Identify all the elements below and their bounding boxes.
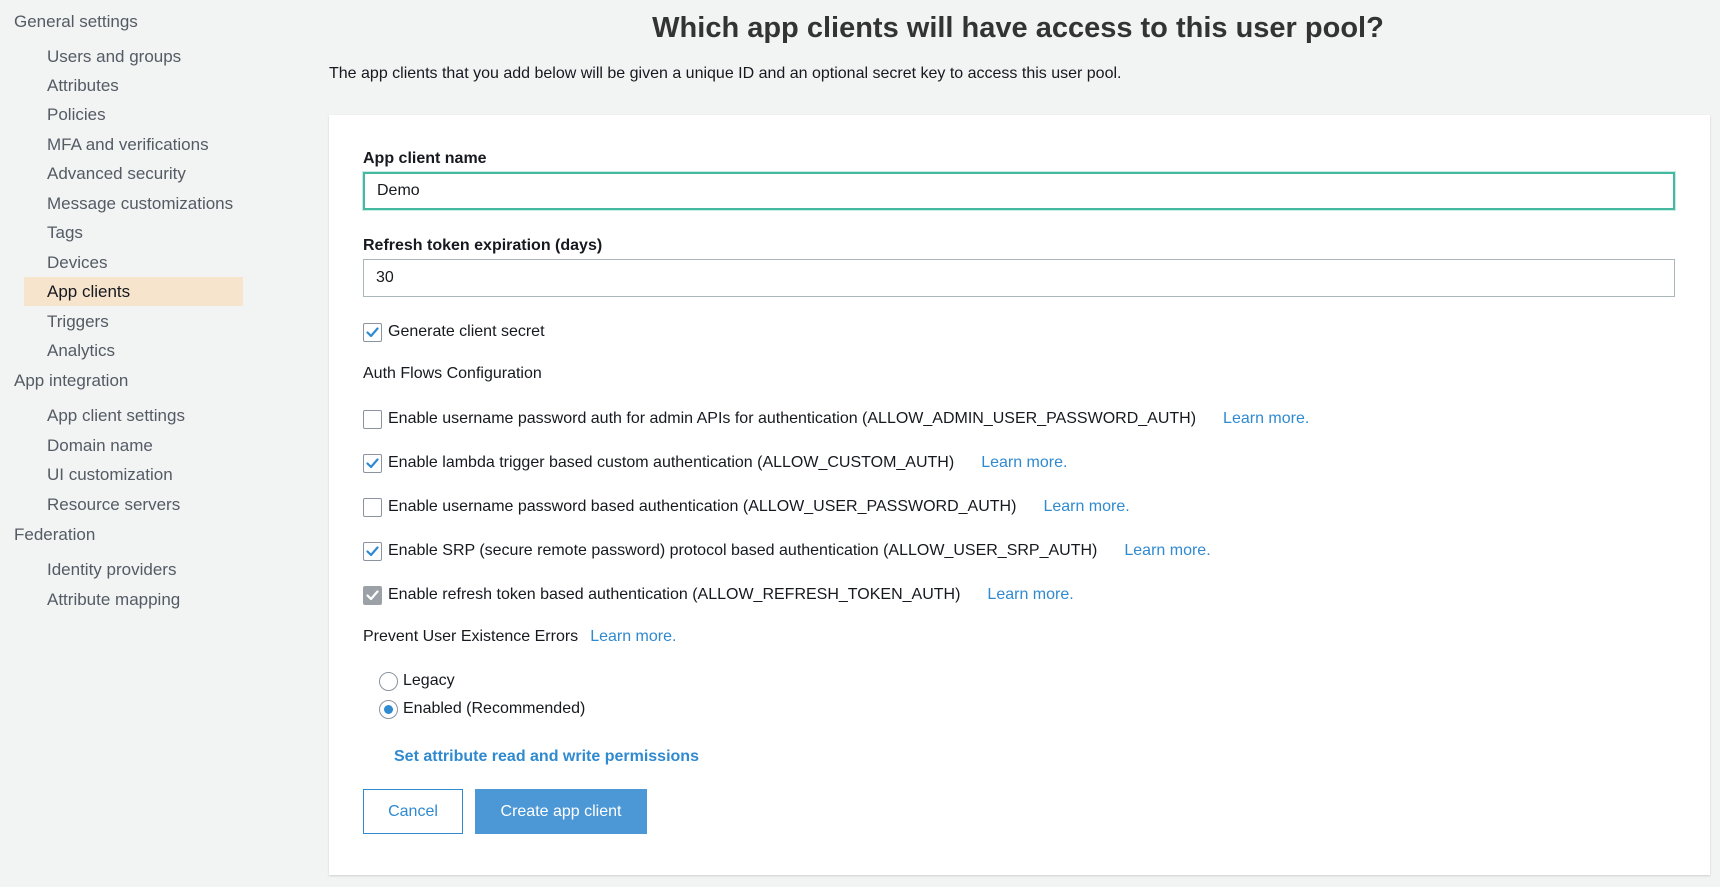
sidebar-item-app-clients[interactable]: App clients [24, 277, 243, 306]
legacy-radio-label: Legacy [403, 672, 455, 689]
app-client-form-panel: App client name Refresh token expiration… [329, 115, 1710, 875]
auth-flow-refresh-token-row: Enable refresh token based authenticatio… [363, 584, 1074, 606]
auth-flow-refresh-token-label: Enable refresh token based authenticatio… [388, 586, 961, 603]
checkmark-icon [366, 589, 379, 600]
page-title: Which app clients will have access to th… [652, 12, 1384, 44]
auth-flow-user-password-checkbox[interactable] [363, 497, 382, 517]
sidebar-item-mfa-and-verifications[interactable]: MFA and verifications [24, 130, 243, 159]
generate-client-secret-row: Generate client secret [363, 321, 545, 343]
auth-flow-user-srp-checkbox[interactable] [363, 541, 382, 561]
auth-flow-user-srp-row: Enable SRP (secure remote password) prot… [363, 540, 1211, 562]
sidebar-item-app-client-settings[interactable]: App client settings [24, 401, 243, 430]
sidebar-item-advanced-security[interactable]: Advanced security [24, 159, 243, 188]
auth-flow-admin-user-password-checkbox[interactable] [363, 409, 382, 429]
prevent-user-existence-errors-row: Prevent User Existence Errors Learn more… [363, 626, 676, 648]
sidebar-item-devices[interactable]: Devices [24, 248, 243, 277]
sidebar-group-general-settings[interactable]: General settings [14, 12, 138, 32]
sidebar-item-resource-servers[interactable]: Resource servers [24, 490, 243, 519]
sidebar-group-federation[interactable]: Federation [14, 525, 95, 545]
auth-flow-user-password-label: Enable username password based authentic… [388, 498, 1017, 515]
auth-flow-refresh-token-checkbox [363, 585, 382, 605]
prevent-user-existence-errors-label: Prevent User Existence Errors [363, 628, 579, 645]
sidebar-item-message-customizations[interactable]: Message customizations [24, 189, 243, 218]
auth-flow-user-srp-label: Enable SRP (secure remote password) prot… [388, 542, 1098, 559]
sidebar-item-triggers[interactable]: Triggers [24, 307, 243, 336]
set-attribute-permissions-link[interactable]: Set attribute read and write permissions [394, 748, 699, 766]
auth-flow-custom-auth-label: Enable lambda trigger based custom authe… [388, 454, 955, 471]
auth-flow-admin-user-password-label: Enable username password auth for admin … [388, 410, 1197, 427]
app-client-name-label: App client name [363, 150, 487, 167]
sidebar-item-attributes[interactable]: Attributes [24, 71, 243, 100]
checkmark-icon [366, 545, 379, 556]
legacy-radio[interactable] [379, 671, 398, 691]
checkmark-icon [366, 326, 379, 337]
checkmark-icon [366, 457, 379, 468]
radio-enabled-row: Enabled (Recommended) [379, 698, 585, 720]
sidebar-item-users-and-groups[interactable]: Users and groups [24, 42, 243, 71]
auth-flow-custom-auth-checkbox[interactable] [363, 453, 382, 473]
sidebar-item-domain-name[interactable]: Domain name [24, 431, 243, 460]
enabled-recommended-radio[interactable] [379, 699, 398, 719]
refresh-token-expiration-input[interactable] [363, 259, 1675, 297]
sidebar-item-tags[interactable]: Tags [24, 218, 243, 247]
learn-more-link[interactable]: Learn more. [590, 628, 676, 646]
learn-more-link[interactable]: Learn more. [987, 586, 1073, 604]
enabled-recommended-radio-label: Enabled (Recommended) [403, 700, 586, 717]
auth-flow-user-password-row: Enable username password based authentic… [363, 496, 1130, 518]
auth-flows-heading: Auth Flows Configuration [363, 365, 542, 382]
learn-more-link[interactable]: Learn more. [1124, 542, 1210, 560]
learn-more-link[interactable]: Learn more. [1223, 410, 1309, 428]
learn-more-link[interactable]: Learn more. [1043, 498, 1129, 516]
app-client-name-input[interactable] [363, 172, 1675, 210]
cancel-button[interactable]: Cancel [363, 789, 463, 834]
sidebar-item-ui-customization[interactable]: UI customization [24, 460, 243, 489]
sidebar-item-attribute-mapping[interactable]: Attribute mapping [24, 585, 243, 614]
radio-legacy-row: Legacy [379, 670, 455, 692]
sidebar-item-policies[interactable]: Policies [24, 100, 243, 129]
sidebar-group-app-integration[interactable]: App integration [14, 371, 128, 391]
auth-flow-admin-user-password-row: Enable username password auth for admin … [363, 408, 1309, 430]
generate-client-secret-checkbox[interactable] [363, 322, 382, 342]
auth-flow-custom-auth-row: Enable lambda trigger based custom authe… [363, 452, 1067, 474]
refresh-token-expiration-label: Refresh token expiration (days) [363, 237, 603, 254]
generate-client-secret-label: Generate client secret [388, 323, 545, 340]
sidebar: General settings Users and groups Attrib… [0, 0, 250, 887]
create-app-client-button[interactable]: Create app client [475, 789, 647, 834]
sidebar-item-analytics[interactable]: Analytics [24, 336, 243, 365]
page-description: The app clients that you add below will … [329, 65, 1122, 82]
learn-more-link[interactable]: Learn more. [981, 454, 1067, 472]
sidebar-item-identity-providers[interactable]: Identity providers [24, 555, 243, 584]
